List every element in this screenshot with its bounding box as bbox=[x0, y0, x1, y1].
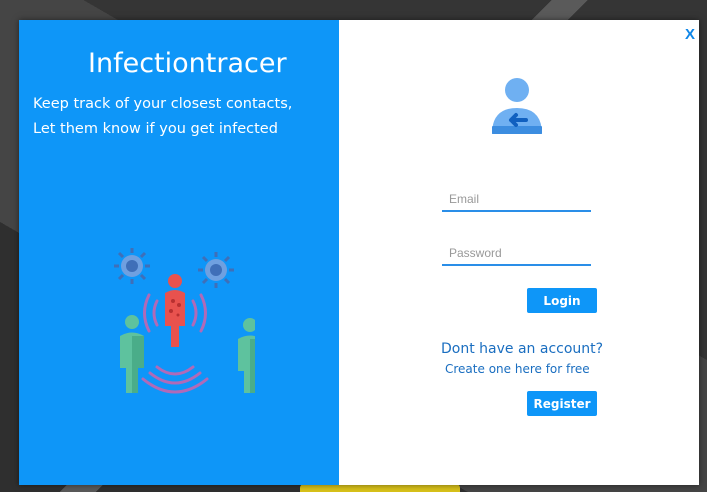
infection-contacts-illustration bbox=[114, 248, 255, 394]
login-panel: X Login Dont have an account? Create one… bbox=[339, 20, 699, 485]
tagline-line-2: Let them know if you get infected bbox=[33, 121, 278, 137]
close-button[interactable]: X bbox=[685, 26, 695, 43]
register-button[interactable]: Register bbox=[527, 391, 597, 416]
login-dialog: Infectiontracer Keep track of your close… bbox=[19, 20, 699, 485]
app-title: Infectiontracer bbox=[88, 48, 287, 79]
healthy-person-right-body bbox=[238, 318, 255, 393]
healthy-person-left bbox=[120, 315, 144, 393]
infected-person bbox=[165, 274, 185, 347]
login-button[interactable]: Login bbox=[527, 288, 597, 313]
tagline-line-1: Keep track of your closest contacts, bbox=[33, 96, 293, 112]
branding-panel: Infectiontracer Keep track of your close… bbox=[19, 20, 339, 485]
password-field[interactable] bbox=[442, 242, 591, 266]
virus-icon-right bbox=[198, 252, 234, 288]
email-field[interactable] bbox=[442, 188, 591, 212]
no-account-prompt: Dont have an account? bbox=[441, 341, 604, 357]
virus-icon-left bbox=[114, 248, 150, 284]
user-login-arrow-icon bbox=[492, 78, 542, 134]
create-account-link[interactable]: Create one here for free bbox=[445, 362, 590, 376]
background-object bbox=[300, 484, 460, 492]
